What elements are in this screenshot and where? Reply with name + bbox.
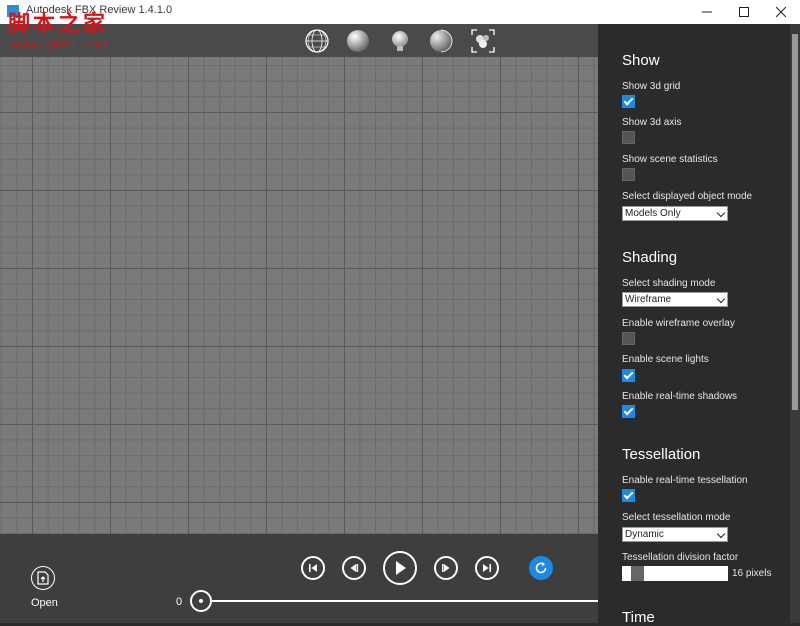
tessellation-enable-label: Enable real-time tessellation (622, 475, 748, 486)
section-tessellation-heading: Tessellation (622, 446, 701, 463)
object-mode-dropdown[interactable]: Models Only (622, 206, 728, 221)
scene-lights-checkbox[interactable] (622, 369, 635, 382)
tessellation-mode-dropdown[interactable]: Dynamic (622, 527, 728, 542)
chevron-down-icon (716, 529, 726, 539)
light-bulb-icon[interactable] (387, 28, 413, 54)
watermark-text: 脚本之家 (8, 11, 109, 36)
refresh-icon (535, 562, 547, 574)
close-button[interactable] (758, 0, 800, 24)
wireframe-overlay-checkbox[interactable] (622, 332, 635, 345)
current-time: 0 (176, 596, 183, 608)
chevron-down-icon (716, 208, 726, 218)
skip-start-icon (309, 564, 317, 572)
tessellation-factor-value: 16 pixels (732, 568, 772, 579)
show-axis-checkbox[interactable] (622, 131, 635, 144)
shaded-sphere-icon[interactable] (428, 28, 454, 54)
chevron-down-icon (716, 294, 726, 304)
show-grid-label: Show 3d grid (622, 81, 681, 92)
wireframe-overlay-label: Enable wireframe overlay (622, 318, 735, 329)
section-show-heading: Show (622, 52, 660, 69)
tessellation-enable-checkbox[interactable] (622, 489, 635, 502)
show-stats-label: Show scene statistics (622, 154, 718, 165)
step-forward-icon (442, 564, 450, 572)
show-stats-checkbox[interactable] (622, 168, 635, 181)
object-mode-label: Select displayed object mode (622, 191, 753, 202)
previous-frame-button[interactable] (342, 556, 366, 580)
section-time-heading: Time (622, 609, 655, 626)
timeline-track[interactable] (200, 600, 598, 602)
settings-panel: Show Show 3d grid Show 3d axis Show scen… (598, 24, 790, 626)
title-bar: Autodesk FBX Review 1.4.1.0 (0, 0, 800, 24)
skip-end-icon (483, 564, 491, 572)
solid-sphere-icon[interactable] (345, 28, 371, 54)
section-shading-heading: Shading (622, 249, 678, 266)
shadows-checkbox[interactable] (622, 405, 635, 418)
panel-scroll-thumb[interactable] (792, 34, 798, 410)
tessellation-mode-label: Select tessellation mode (622, 512, 731, 523)
tessellation-mode-value: Dynamic (625, 529, 664, 540)
watermark-url: www.jb51.net (12, 38, 111, 52)
show-axis-label: Show 3d axis (622, 117, 682, 128)
open-file-button[interactable] (31, 566, 55, 590)
shading-mode-value: Wireframe (625, 294, 672, 305)
step-back-icon (350, 564, 359, 572)
reload-button[interactable] (529, 556, 553, 580)
object-mode-value: Models Only (625, 208, 681, 219)
shadows-label: Enable real-time shadows (622, 391, 738, 402)
go-to-end-button[interactable] (475, 556, 499, 580)
shading-mode-label: Select shading mode (622, 278, 716, 289)
wireframe-sphere-icon[interactable] (304, 28, 330, 54)
watermark: 脚本之家 (8, 6, 108, 38)
tessellation-factor-label: Tessellation division factor (622, 552, 739, 563)
shading-mode-dropdown[interactable]: Wireframe (622, 292, 728, 307)
show-grid-checkbox[interactable] (622, 95, 635, 108)
open-label: Open (31, 597, 58, 609)
3d-viewport[interactable] (0, 24, 598, 534)
play-icon (396, 561, 406, 575)
go-to-start-button[interactable] (301, 556, 325, 580)
playback-bar (0, 534, 598, 623)
frame-scene-icon[interactable] (470, 28, 496, 54)
scene-lights-label: Enable scene lights (622, 354, 709, 365)
tessellation-factor-thumb[interactable] (631, 566, 644, 581)
next-frame-button[interactable] (434, 556, 458, 580)
open-file-icon (37, 571, 49, 585)
timeline-thumb[interactable] (190, 590, 212, 612)
play-button[interactable] (383, 551, 417, 585)
